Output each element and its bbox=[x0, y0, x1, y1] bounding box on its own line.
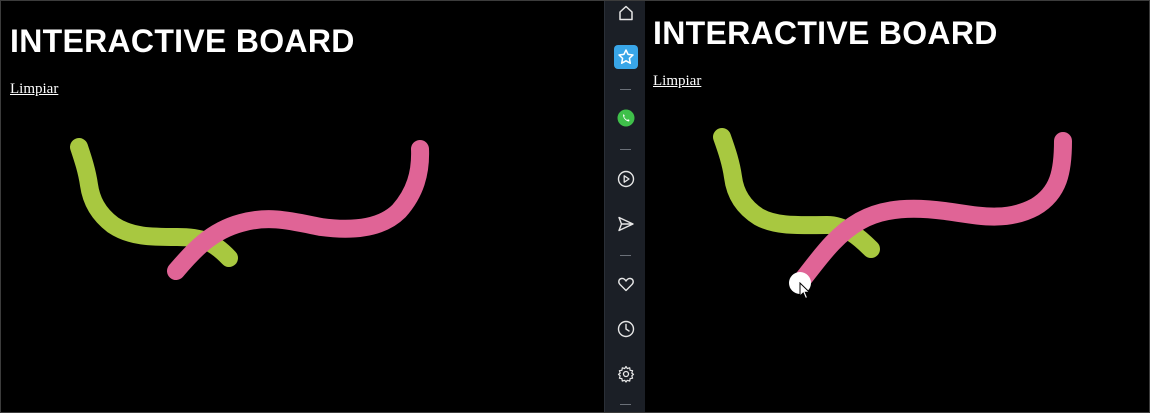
home-icon[interactable] bbox=[614, 1, 638, 25]
clear-link[interactable]: Limpiar bbox=[10, 81, 58, 98]
drawing-canvas-right[interactable] bbox=[645, 1, 1149, 412]
heart-icon[interactable] bbox=[614, 272, 638, 296]
sidebar-divider bbox=[620, 255, 631, 256]
play-icon[interactable] bbox=[614, 167, 638, 191]
whatsapp-icon[interactable] bbox=[614, 106, 638, 130]
board-pane-left: INTERACTIVE BOARD Limpiar bbox=[1, 1, 604, 412]
star-icon[interactable] bbox=[614, 45, 638, 69]
browser-sidebar bbox=[604, 1, 646, 412]
board-title: INTERACTIVE BOARD bbox=[653, 15, 998, 51]
pink-stroke bbox=[794, 132, 1072, 288]
drawing-canvas-left[interactable] bbox=[1, 1, 604, 412]
board-title: INTERACTIVE BOARD bbox=[10, 23, 355, 59]
sidebar-divider bbox=[620, 89, 631, 90]
sidebar-divider bbox=[620, 404, 631, 405]
sidebar-divider bbox=[620, 149, 631, 150]
mouse-pointer-icon bbox=[799, 282, 811, 300]
send-icon[interactable] bbox=[614, 212, 638, 236]
gear-icon[interactable] bbox=[614, 362, 638, 386]
clock-icon[interactable] bbox=[614, 317, 638, 341]
board-pane-right: INTERACTIVE BOARD Limpiar bbox=[645, 1, 1149, 412]
clear-link[interactable]: Limpiar bbox=[653, 73, 701, 90]
